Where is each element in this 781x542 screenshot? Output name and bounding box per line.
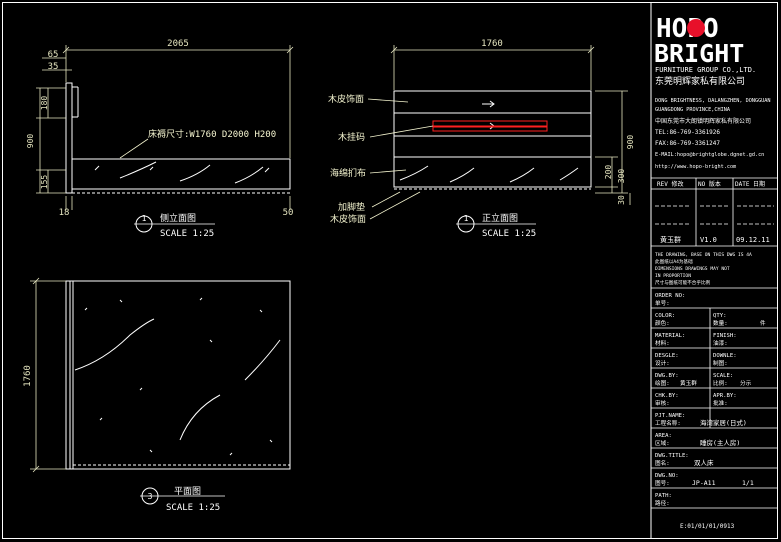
field-label-apr-by-cn: 批准: [713,399,728,407]
field-label-order-no: ORDER NO: [655,293,685,299]
field-label-color: COLOR: [655,313,675,319]
note-line: THE DRAWING, BASE ON THIS DWG IS 4A [655,252,752,258]
side-dim-top-a: 65 [48,50,59,60]
side-view-title: 侧立面图 [160,212,196,224]
front-dim-h-c: 30 [617,195,626,205]
designer-date: 09.12.11 [736,236,770,244]
field-label-color-cn: 颜色: [655,319,670,327]
note-line: 尺寸与图纸可能不合乎比例 [655,279,711,286]
logo-red-dot-icon [687,19,705,37]
field-label-material-cn: 材料: [655,339,670,347]
no-header: NO 版本 [698,180,721,188]
field-label-drawing: DOWNLE: [713,353,737,359]
field-label-project-name-cn: 工程名称: [655,419,681,427]
field-label-area-cn: 区域: [655,439,670,447]
field-label-dwg-title-cn: 图名: [655,459,670,467]
side-mattress-annotation: 床褥尺寸:W1760 D2000 H200 [148,128,276,140]
field-label-finish: FINISH: [713,333,737,339]
drawing-sheet: 2065 65 35 180 900 155 18 50 床褥尺寸:W1760 … [0,0,781,542]
front-dim-height: 900 [626,135,635,150]
plan-view-title: 平面图 [174,486,201,497]
designer-version: V1.0 [700,236,717,244]
field-label-chk-by-cn: 审核: [655,399,670,407]
field-value-dwg-no: JP-A11 [692,479,716,487]
note-line: IN PROPORTION [655,273,691,279]
field-label-dwg-title: DWG.TITLE: [655,453,689,459]
field-label-apr-by: APR.BY: [713,393,737,399]
field-label-material: MATERIAL: [655,333,685,339]
field-label-drawing-cn: 制图: [713,359,728,367]
field-label-dwg-no-cn: 图号: [655,479,670,487]
date-header: DATE 日期 [735,180,765,188]
field-label-path-cn: 路径: [655,499,670,507]
field-label-qty: QTY: [713,313,726,319]
field-value-area: 睡房(主人房) [700,438,740,447]
note-line: DIMENSIONS DRAWINGS MAY NOT [655,266,730,272]
field-value-scale: 分示 [740,379,752,387]
front-dim-h-a: 200 [604,165,613,180]
field-value-qty-unit: 件 [760,319,766,327]
side-dim-h3: 155 [40,175,49,190]
front-label-veneer-top: 木皮饰面 [328,93,364,105]
side-dim-bottom-b: 50 [283,208,294,218]
field-label-dwg-by: DWG.BY: [655,373,679,379]
field-label-finish-cn: 油漆: [713,339,728,347]
field-value-dwg-by: 黄玉群 [680,379,697,387]
side-dim-h1: 180 [40,96,49,111]
field-label-scale: SCALE: [713,373,733,379]
field-label-scale-cn: 比例: [713,379,728,387]
field-value-path: E:01/01/01/0913 [680,523,735,530]
side-dim-bottom-a: 18 [59,208,70,218]
field-label-dwg-no: DWG.NO: [655,473,679,479]
field-value-project-name: 海湾家居(日式) [700,418,747,427]
front-view-title: 正立面图 [482,212,518,224]
address-line: E-MAIL:hopo@brightglobe.dgnet.gd.cn [655,152,764,158]
field-label-dwg-by-cn: 绘图: [655,379,670,387]
field-label-design-cn: 设计: [655,359,670,367]
plan-view-scale: SCALE 1:25 [166,503,220,513]
logo-text-line2: BRIGHT [654,39,744,68]
address-line: 中国东莞市大朗镇明辉家私有限公司 [655,117,751,125]
front-label-veneer-bottom: 木皮饰面 [330,213,366,225]
field-label-chk-by: CHK.BY: [655,393,679,399]
company-name-cn: 东莞明辉家私有限公司 [655,75,745,87]
front-view-number: 1 [464,214,469,223]
field-value-dwg-title: 双人床 [694,458,714,467]
field-label-design: DESGLE: [655,353,679,359]
note-line: 此图纸以A4为基础 [655,258,693,265]
field-label-path: PATH: [655,493,672,499]
side-dim-h2: 900 [26,134,35,149]
front-dim-width: 1760 [481,39,503,49]
field-label-order-no-cn: 单号: [655,299,670,307]
front-label-sponge: 海绵扪布 [330,167,366,179]
front-label-hanger: 木挂码 [338,131,365,143]
side-view-scale: SCALE 1:25 [160,229,214,239]
field-value-sheet: 1/1 [742,479,754,487]
address-line: TEL:86-769-3361926 [655,129,720,136]
plan-view-number: 3 [148,492,153,501]
address-line: FAX:86-769-3361247 [655,140,720,147]
side-dim-width: 2065 [167,39,189,49]
address-line: GUANGDONG PROVINCE,CHINA [655,107,731,113]
field-label-project-name: PJT.NAME: [655,413,685,419]
side-dim-top-b: 35 [48,62,59,72]
front-label-foot-pad: 加脚垫 [338,201,365,213]
rev-header: REV 修改 [657,180,683,188]
front-dim-h-b: 300 [617,169,626,184]
address-line: DONG BRIGHTNESS, DALANGZHEN, DONGGUAN [655,98,771,104]
side-view-number: 1 [142,214,147,223]
field-label-area: AREA: [655,433,672,439]
company-name-en: FURNITURE GROUP CO.,LTD. [655,66,756,74]
plan-dim-length: 1760 [23,365,33,387]
front-view-scale: SCALE 1:25 [482,229,536,239]
address-line: http://www.hopo-bright.com [655,164,736,170]
designer-name: 黄玉群 [660,235,681,244]
field-label-qty-cn: 数量: [713,319,728,327]
